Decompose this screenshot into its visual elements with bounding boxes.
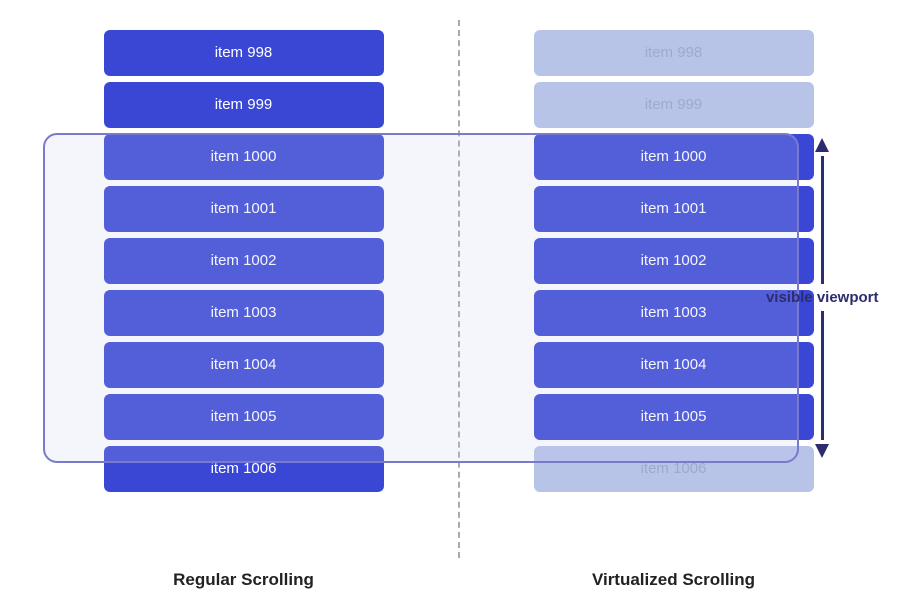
virtualized-label: Virtualized Scrolling [459,570,889,590]
viewport-label: visible viewport [766,288,879,308]
arrow-line [821,156,824,284]
column-divider [458,20,460,558]
regular-item-1006: item 1006 [104,446,384,492]
viewport-arrow-area: visible viewport [766,138,879,458]
regular-label: Regular Scrolling [29,570,459,590]
arrow-down-icon [815,444,829,458]
regular-item-1001: item 1001 [104,186,384,232]
regular-item-1000: item 1000 [104,134,384,180]
regular-item-1005: item 1005 [104,394,384,440]
arrow-up-icon [815,138,829,152]
virtual-item-999: item 999 [534,82,814,128]
regular-item-998: item 998 [104,30,384,76]
diagram: item 998 item 999 item 1000 item 1001 it… [29,20,889,590]
columns-area: item 998 item 999 item 1000 item 1001 it… [29,20,889,558]
regular-item-999: item 999 [104,82,384,128]
virtual-item-998: item 998 [534,30,814,76]
regular-item-1002: item 1002 [104,238,384,284]
arrow-line-2 [821,311,824,439]
regular-item-1004: item 1004 [104,342,384,388]
regular-column: item 998 item 999 item 1000 item 1001 it… [29,20,459,558]
labels-row: Regular Scrolling Virtualized Scrolling [29,558,889,590]
regular-item-1003: item 1003 [104,290,384,336]
